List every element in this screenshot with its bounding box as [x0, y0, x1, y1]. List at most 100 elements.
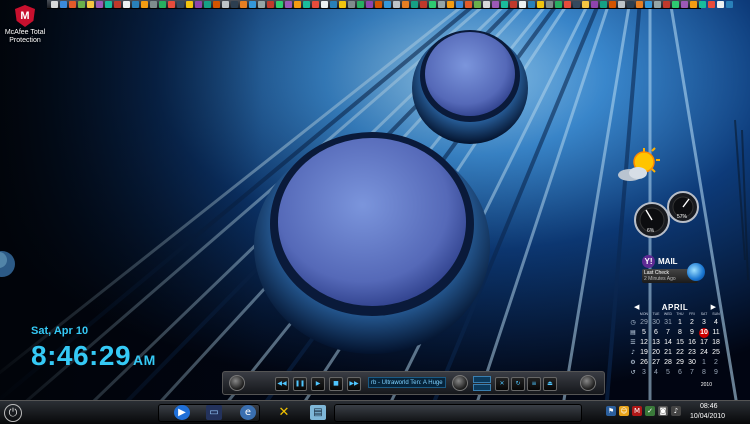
dock-app-icon[interactable] [546, 0, 553, 8]
volume-knob[interactable] [452, 375, 468, 391]
calendar-day[interactable]: 29 [638, 318, 650, 328]
repeat-button[interactable]: ↻ [511, 377, 525, 391]
taskbar-clock-date[interactable]: 10/04/2010 [690, 413, 725, 420]
dock-app-icon[interactable] [600, 0, 607, 8]
media-player-quicklaunch-icon[interactable]: ▶ [174, 405, 190, 420]
play-button[interactable]: ▶ [311, 377, 325, 391]
dock-app-icon[interactable] [294, 0, 301, 8]
calendar-day[interactable]: 5 [638, 328, 650, 338]
equalizer-knob[interactable] [580, 375, 596, 391]
calendar-day[interactable]: 3 [698, 318, 710, 328]
dock-app-icon[interactable] [312, 0, 319, 8]
volume-tray-icon[interactable]: ♪ [671, 406, 681, 416]
dock-app-icon[interactable] [654, 0, 661, 8]
messenger-tray-icon[interactable]: ☺ [619, 406, 629, 416]
dock-app-icon[interactable] [447, 0, 454, 8]
calendar-day[interactable]: 1 [698, 358, 710, 368]
dock-app-icon[interactable] [618, 0, 625, 8]
dock-app-icon[interactable] [213, 0, 220, 8]
calendar-day[interactable]: 23 [686, 348, 698, 358]
dock-app-icon[interactable] [366, 0, 373, 8]
taskbar-active-area[interactable] [334, 404, 582, 422]
alarm-icon[interactable]: ♪ [628, 348, 638, 358]
pause-button[interactable]: ❚❚ [293, 377, 307, 391]
weather-gadget[interactable] [616, 146, 664, 186]
calendar-day[interactable]: 1 [674, 318, 686, 328]
dock-app-icon[interactable] [537, 0, 544, 8]
dock-app-icon[interactable] [555, 0, 562, 8]
dock-app-icon[interactable] [384, 0, 391, 8]
dock-app-icon[interactable] [249, 0, 256, 8]
dock-app-icon[interactable] [51, 0, 58, 8]
calendar-day[interactable]: 22 [674, 348, 686, 358]
dock-app-icon[interactable] [150, 0, 157, 8]
calendar-day[interactable]: 30 [650, 318, 662, 328]
shuffle-button[interactable]: ✕ [495, 377, 509, 391]
dock-app-icon[interactable] [708, 0, 715, 8]
calendar-day[interactable]: 11 [710, 328, 722, 338]
list-icon[interactable]: ☰ [628, 338, 638, 348]
calendar-prev-icon[interactable]: ◀ [634, 303, 639, 311]
calendar-day[interactable]: 25 [710, 348, 722, 358]
dock-app-icon[interactable] [357, 0, 364, 8]
dock-app-icon[interactable] [285, 0, 292, 8]
start-button[interactable]: ⏻ [4, 404, 22, 422]
calendar-day[interactable]: 4 [650, 368, 662, 378]
dock-app-icon[interactable] [510, 0, 517, 8]
folder-quicklaunch-icon[interactable]: ▤ [310, 405, 326, 420]
rewind-button[interactable]: ◀◀ [275, 377, 289, 391]
calendar-day[interactable]: 13 [650, 338, 662, 348]
dock-app-icon[interactable] [141, 0, 148, 8]
calendar-day[interactable]: 7 [662, 328, 674, 338]
playlist-button[interactable]: ≡ [527, 377, 541, 391]
dock-app-icon[interactable] [717, 0, 724, 8]
calendar-day[interactable]: 16 [686, 338, 698, 348]
calendar-day[interactable]: 12 [638, 338, 650, 348]
calendar-day[interactable]: 8 [698, 368, 710, 378]
dock-app-icon[interactable] [402, 0, 409, 8]
dock-app-icon[interactable] [159, 0, 166, 8]
calendar-day[interactable]: 29 [674, 358, 686, 368]
calendar-day[interactable]: 28 [662, 358, 674, 368]
dock-app-icon[interactable] [528, 0, 535, 8]
dock-app-icon[interactable] [87, 0, 94, 8]
dock-app-icon[interactable] [672, 0, 679, 8]
calendar-day[interactable]: 21 [662, 348, 674, 358]
dock-app-icon[interactable] [240, 0, 247, 8]
dock-app-icon[interactable] [411, 0, 418, 8]
calendar-day[interactable]: 27 [650, 358, 662, 368]
fast-forward-button[interactable]: ▶▶ [347, 377, 361, 391]
dock-app-icon[interactable] [726, 0, 733, 8]
dock-app-icon[interactable] [483, 0, 490, 8]
dock-app-icon[interactable] [591, 0, 598, 8]
dock-app-icon[interactable] [195, 0, 202, 8]
dock-app-icon[interactable] [114, 0, 121, 8]
calendar-day[interactable]: 8 [674, 328, 686, 338]
calendar-day[interactable]: 14 [662, 338, 674, 348]
settings-icon[interactable]: ⚙ [628, 358, 638, 368]
dock-app-icon[interactable] [627, 0, 634, 8]
update-tray-icon[interactable]: ✓ [645, 406, 655, 416]
dock-app-icon[interactable] [258, 0, 265, 8]
dock-app-icon[interactable] [690, 0, 697, 8]
dock-app-icon[interactable] [303, 0, 310, 8]
calendar-day[interactable]: 2 [710, 358, 722, 368]
calendar-day[interactable]: 5 [662, 368, 674, 378]
dock-app-icon[interactable] [645, 0, 652, 8]
calendar-day[interactable]: 17 [698, 338, 710, 348]
dock-app-icon[interactable] [177, 0, 184, 8]
eject-button[interactable]: ⏏ [543, 377, 557, 391]
calendar-day[interactable]: 4 [710, 318, 722, 328]
dock-app-icon[interactable] [663, 0, 670, 8]
calendar-day[interactable]: 6 [650, 328, 662, 338]
dock-app-icon[interactable] [330, 0, 337, 8]
calendar-day[interactable]: 20 [650, 348, 662, 358]
dock-app-icon[interactable] [168, 0, 175, 8]
dock-app-icon[interactable] [69, 0, 76, 8]
clock-icon[interactable]: ◷ [628, 318, 638, 328]
dock-app-icon[interactable] [609, 0, 616, 8]
calendar-day[interactable]: 9 [710, 368, 722, 378]
calendar-day[interactable]: 9 [686, 328, 698, 338]
system-meters-gadget[interactable]: 6% 57% [632, 190, 700, 240]
dock-app-icon[interactable] [204, 0, 211, 8]
